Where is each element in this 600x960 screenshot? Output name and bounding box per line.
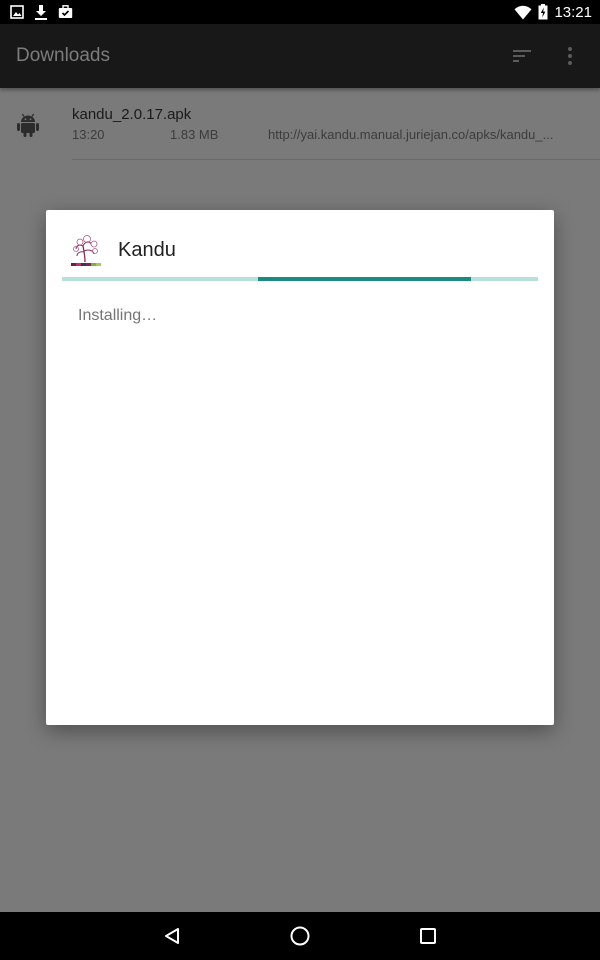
status-notification-icons	[10, 3, 73, 21]
toolbar-title: Downloads	[16, 45, 110, 66]
battery-icon	[538, 4, 548, 20]
download-url: http://yai.kandu.manual.juriejan.co/apks…	[268, 127, 554, 142]
navigation-bar	[0, 912, 600, 960]
image-icon	[10, 5, 24, 19]
install-progress-bar	[62, 277, 538, 281]
status-system-icons: 13:21	[514, 2, 592, 22]
back-icon[interactable]	[160, 924, 184, 948]
android-icon	[16, 112, 40, 138]
download-icon	[34, 4, 48, 20]
home-icon[interactable]	[288, 924, 312, 948]
wifi-icon	[514, 5, 532, 20]
download-size: 1.83 MB	[170, 127, 219, 142]
list-divider	[72, 159, 600, 160]
more-vert-icon[interactable]	[560, 45, 580, 67]
dialog-title: Kandu	[118, 239, 176, 261]
download-file-name: kandu_2.0.17.apk	[72, 106, 192, 123]
install-dialog: Kandu Installing…	[46, 210, 554, 725]
status-bar: 13:21	[0, 0, 600, 24]
status-time: 13:21	[554, 3, 592, 21]
recents-icon[interactable]	[416, 924, 440, 948]
download-time: 13:20	[72, 127, 105, 142]
download-list-item[interactable]: kandu_2.0.17.apk 13:20 1.83 MB http://ya…	[0, 88, 600, 160]
app-toolbar: Downloads	[0, 24, 600, 88]
dialog-message: Installing…	[78, 307, 158, 324]
briefcase-check-icon	[58, 5, 73, 19]
sort-icon[interactable]	[510, 45, 534, 67]
kandu-logo-icon	[68, 232, 104, 268]
install-progress-indicator	[258, 277, 471, 281]
